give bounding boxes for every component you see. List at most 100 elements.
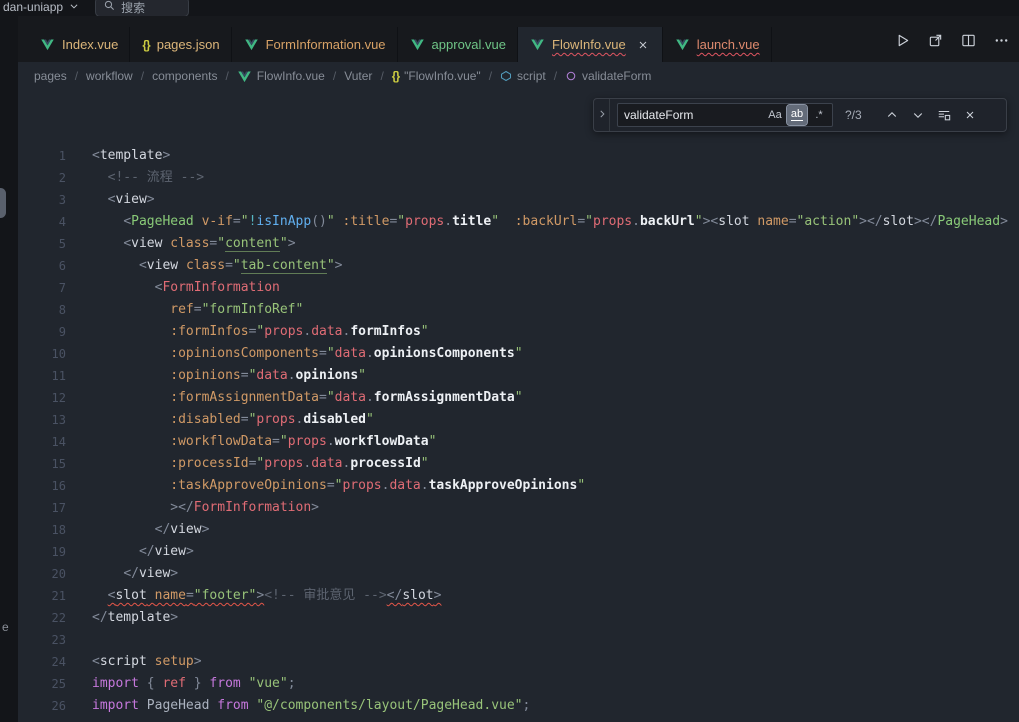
code-text: <FormInformation [92, 277, 280, 299]
code-line-15[interactable]: 15 :processId="props.data.processId" [18, 453, 1019, 475]
find-in-selection-button[interactable] [933, 104, 955, 126]
code-line-12[interactable]: 12 :formAssignmentData="data.formAssignm… [18, 387, 1019, 409]
find-options: Aaab.* [765, 105, 832, 125]
clipped-text: e [2, 620, 9, 634]
code-line-14[interactable]: 14 :workflowData="props.workflowData" [18, 431, 1019, 453]
workspace-name[interactable]: dan-uniapp [3, 0, 79, 14]
code-line-9[interactable]: 9 :formInfos="props.data.formInfos" [18, 321, 1019, 343]
breadcrumb-item-flowinfo-vue[interactable]: FlowInfo.vue [237, 69, 325, 84]
code-text: :formAssignmentData="data.formAssignment… [92, 387, 523, 409]
find-input-wrap: Aaab.* [617, 103, 833, 127]
line-number: 17 [18, 497, 66, 519]
line-number: 1 [18, 145, 66, 167]
line-number: 11 [18, 365, 66, 387]
breadcrumb-label: validateForm [582, 69, 651, 83]
code-line-10[interactable]: 10 :opinionsComponents="data.opinionsCom… [18, 343, 1019, 365]
breadcrumb-separator: / [489, 69, 492, 83]
code-text: <slot name="footer"><!-- 审批意见 --></slot> [92, 585, 441, 607]
breadcrumb-item-workflow[interactable]: workflow [86, 69, 133, 83]
chevron-down-icon [69, 0, 79, 14]
close-icon[interactable] [635, 37, 651, 53]
code-text: </template> [92, 607, 178, 629]
code-line-5[interactable]: 5 <view class="content"> [18, 233, 1019, 255]
code-line-13[interactable]: 13 :disabled="props.disabled" [18, 409, 1019, 431]
tab-forminformation-vue[interactable]: FormInformation.vue [232, 27, 398, 62]
open-preview-button[interactable] [925, 33, 945, 53]
breadcrumb-item-script[interactable]: script [500, 69, 546, 83]
line-number: 15 [18, 453, 66, 475]
run-button[interactable] [892, 33, 912, 53]
line-number: 6 [18, 255, 66, 277]
breadcrumb-item-vuter[interactable]: Vuter [344, 69, 372, 83]
left-edge-strip: e [0, 16, 18, 722]
tab-approval-vue[interactable]: approval.vue [398, 27, 518, 62]
line-number: 22 [18, 607, 66, 629]
breadcrumb-item-pages[interactable]: pages [34, 69, 67, 83]
line-number: 3 [18, 189, 66, 211]
code-line-1[interactable]: 1<template> [18, 145, 1019, 167]
play-icon [895, 33, 910, 53]
code-line-2[interactable]: 2 <!-- 流程 --> [18, 167, 1019, 189]
line-number: 18 [18, 519, 66, 541]
code-line-11[interactable]: 11 :opinions="data.opinions" [18, 365, 1019, 387]
code-line-8[interactable]: 8 ref="formInfoRef" [18, 299, 1019, 321]
code-text: :formInfos="props.data.formInfos" [92, 321, 429, 343]
json-file-icon: {} [142, 38, 149, 52]
code-text: <view class="tab-content"> [92, 255, 342, 277]
breadcrumb-item-flowinfo-vue[interactable]: {}"FlowInfo.vue" [392, 69, 481, 83]
line-number: 4 [18, 211, 66, 233]
find-results-count: ?/3 [845, 108, 877, 122]
code-text: </view> [92, 563, 178, 585]
vue-file-icon [530, 37, 545, 52]
breadcrumb-item-components[interactable]: components [152, 69, 217, 83]
toggle-replace-button[interactable] [594, 99, 610, 131]
global-search-box[interactable]: 搜索 [95, 0, 189, 16]
line-number: 24 [18, 651, 66, 673]
breadcrumb: pages/workflow/components/FlowInfo.vue/V… [18, 62, 1019, 90]
code-line-19[interactable]: 19 </view> [18, 541, 1019, 563]
code-line-7[interactable]: 7 <FormInformation [18, 277, 1019, 299]
code-line-4[interactable]: 4 <PageHead v-if="!isInApp()" :title="pr… [18, 211, 1019, 233]
code-line-18[interactable]: 18 </view> [18, 519, 1019, 541]
find-widget: Aaab.* ?/3 [593, 98, 1007, 132]
line-number: 2 [18, 167, 66, 189]
line-number: 23 [18, 629, 66, 651]
code-line-22[interactable]: 22 </template> [18, 607, 1019, 629]
breadcrumb-item-validateform[interactable]: validateForm [565, 69, 651, 83]
code-line-16[interactable]: 16 :taskApproveOpinions="props.data.task… [18, 475, 1019, 497]
code-line-25[interactable]: 25import { ref } from "vue"; [18, 673, 1019, 695]
find-input[interactable] [618, 108, 765, 122]
code-line-17[interactable]: 17 ></FormInformation> [18, 497, 1019, 519]
code-line-26[interactable]: 26import PageHead from "@/components/lay… [18, 695, 1019, 717]
code-editor[interactable]: Aaab.* ?/3 1<template>2 <!-- 流程 -->3 <vi… [18, 90, 1019, 722]
code-line-24[interactable]: 24<script setup> [18, 651, 1019, 673]
tab-flowinfo-vue[interactable]: FlowInfo.vue [518, 27, 663, 62]
line-number: 8 [18, 299, 66, 321]
next-match-button[interactable] [907, 104, 929, 126]
code-line-23[interactable]: 23 [18, 629, 1019, 651]
vscode-window: dan-uniapp 搜索 e Index.vue{}pages.jsonFor… [0, 0, 1019, 722]
match-case-toggle[interactable]: Aa [765, 105, 785, 125]
code-line-21[interactable]: 21 <slot name="footer"><!-- 审批意见 --></sl… [18, 585, 1019, 607]
workspace-label: dan-uniapp [3, 0, 63, 14]
code-text: ref="formInfoRef" [92, 299, 303, 321]
more-icon [994, 33, 1009, 53]
close-find-button[interactable] [959, 104, 981, 126]
code-text: <view> [92, 189, 155, 211]
breadcrumb-label: "FlowInfo.vue" [404, 69, 481, 83]
more-actions-button[interactable] [991, 33, 1011, 53]
previous-match-button[interactable] [881, 104, 903, 126]
whole-word-toggle[interactable]: ab [787, 105, 807, 125]
tab-launch-vue[interactable]: launch.vue [663, 27, 772, 62]
line-number: 19 [18, 541, 66, 563]
code-line-6[interactable]: 6 <view class="tab-content"> [18, 255, 1019, 277]
chevron-right-icon [597, 108, 607, 123]
code-line-3[interactable]: 3 <view> [18, 189, 1019, 211]
regex-toggle[interactable]: .* [809, 105, 829, 125]
tab-pages-json[interactable]: {}pages.json [130, 27, 231, 62]
split-editor-button[interactable] [958, 33, 978, 53]
line-number: 9 [18, 321, 66, 343]
breadcrumb-separator: / [333, 69, 336, 83]
code-line-20[interactable]: 20 </view> [18, 563, 1019, 585]
tab-index-vue[interactable]: Index.vue [28, 27, 130, 62]
